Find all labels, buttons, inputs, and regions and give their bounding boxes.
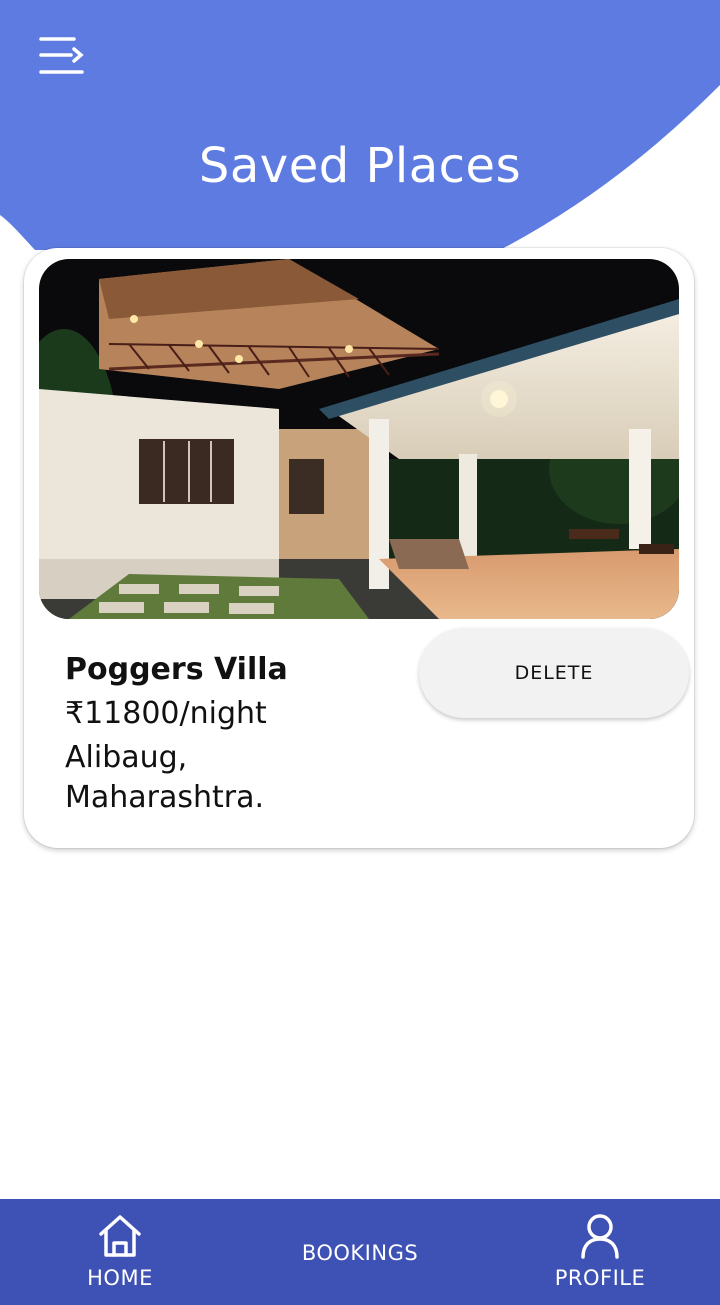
saved-place-card[interactable]: Poggers Villa ₹11800/night Alibaug, Maha…: [24, 248, 694, 848]
villa-photo: [39, 259, 679, 619]
nav-bookings-label: BOOKINGS: [301, 1241, 419, 1265]
saved-places-screen: Saved Places Poggers Villa ₹11800/night …: [0, 0, 720, 1305]
place-name: Poggers Villa: [65, 652, 288, 687]
nav-profile-label: PROFILE: [554, 1266, 646, 1290]
user-icon: [581, 1214, 619, 1259]
home-icon: [99, 1215, 141, 1257]
nav-profile[interactable]: PROFILE: [540, 1199, 660, 1305]
menu-button[interactable]: [38, 34, 86, 78]
bottom-navigation: HOME BOOKINGS PROFILE: [0, 1199, 720, 1305]
page-title: Saved Places: [198, 138, 522, 194]
delete-button[interactable]: DELETE: [419, 628, 689, 718]
nav-home[interactable]: HOME: [60, 1199, 180, 1305]
place-location: Alibaug, Maharashtra.: [65, 740, 265, 815]
nav-home-label: HOME: [87, 1266, 153, 1290]
header-background: [0, 0, 720, 250]
menu-icon: [39, 37, 84, 74]
place-price: ₹11800/night: [65, 696, 267, 731]
nav-bookings[interactable]: BOOKINGS: [270, 1199, 450, 1305]
